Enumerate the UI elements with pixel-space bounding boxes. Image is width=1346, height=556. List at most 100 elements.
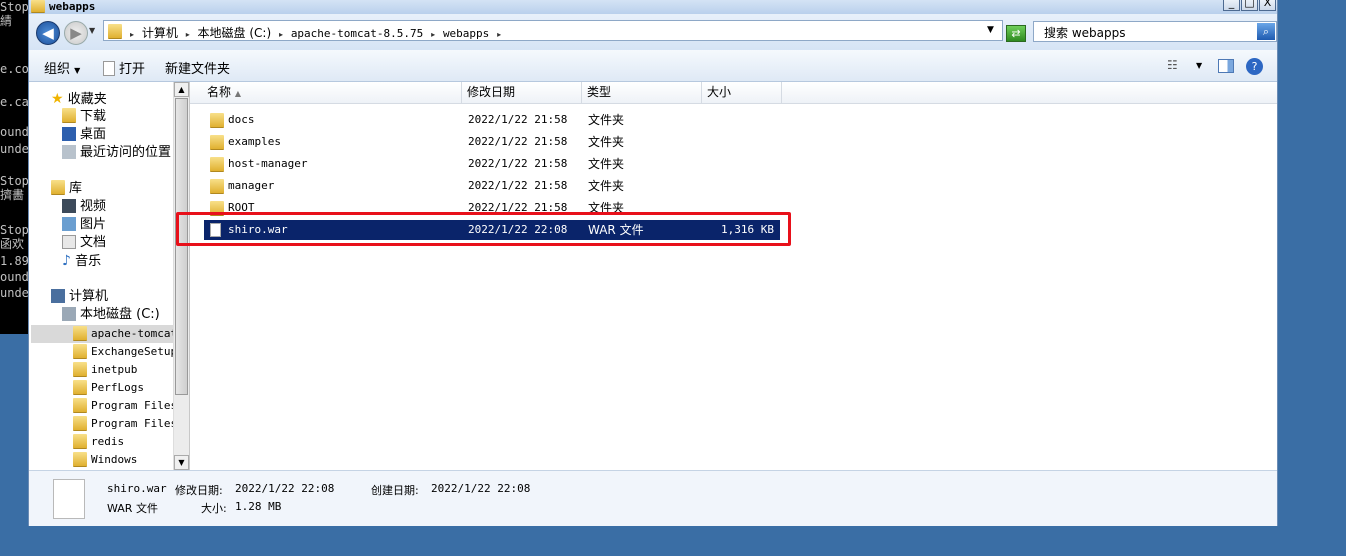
nav-label: 桌面 [80,127,107,142]
nav-item-folder[interactable]: Program Files [73,397,177,415]
details-created: 2022/1/22 22:08 [431,482,531,495]
maximize-button[interactable]: □ [1241,0,1258,11]
file-name: examples [228,135,281,148]
nav-item-downloads[interactable]: 下载 [62,108,106,126]
file-date: 2022/1/22 21:58 [468,113,568,126]
nav-label: redis [91,435,125,448]
folder-icon [73,361,87,377]
console-line: 1.89 [0,254,28,268]
nav-item-recent[interactable]: 最近访问的位置 [62,144,171,162]
library-icon [51,180,65,195]
nav-label: 本地磁盘 (C:) [80,307,160,322]
file-row[interactable]: host-manager 2022/1/22 21:58 文件夹 [204,154,780,174]
nav-item-favorites[interactable]: ★ 收藏夹 [51,90,107,108]
nav-item-folder[interactable]: redis [73,433,124,451]
scroll-up-icon[interactable]: ▲ [174,82,189,97]
chevron-down-icon[interactable]: ▼ [1196,61,1202,70]
chevron-right-icon[interactable]: ▸ [431,30,435,39]
breadcrumb-webapps[interactable]: webapps [443,27,489,40]
folder-icon [73,343,87,359]
column-header: 名称 ▲ 修改日期 类型 大小 [190,82,1277,104]
details-pane: shiro.war 修改日期: 2022/1/22 22:08 创建日期: 20… [29,470,1277,526]
refresh-button[interactable]: ⇄ [1006,25,1026,42]
details-created-label: 创建日期: [371,484,419,497]
breadcrumb-tomcat[interactable]: apache-tomcat-8.5.75 [291,27,423,40]
star-icon: ★ [51,91,64,107]
nav-item-local-disk[interactable]: 本地磁盘 (C:) [62,306,160,324]
new-folder-button[interactable]: 新建文件夹 [165,58,230,77]
folder-icon [31,0,45,13]
nav-item-folder[interactable]: Windows [73,451,137,469]
nav-scrollbar[interactable]: ▲ ▼ [173,82,189,470]
preview-pane-icon[interactable] [1218,59,1234,73]
console-line: unde [0,142,28,156]
file-row[interactable]: docs 2022/1/22 21:58 文件夹 [204,110,780,130]
back-button[interactable]: ◀ [36,21,60,45]
nav-item-folder[interactable]: apache-tomcat- [73,325,184,343]
file-type: 文件夹 [588,179,625,193]
folder-icon [210,113,224,128]
file-type: 文件夹 [588,135,625,149]
column-size[interactable]: 大小 [702,82,782,104]
file-list: 名称 ▲ 修改日期 类型 大小 docs 2022/1/22 21:58 文件夹… [190,82,1277,470]
column-filler [782,82,1277,104]
nav-item-desktop[interactable]: 桌面 [62,126,106,144]
nav-item-folder[interactable]: ExchangeSetupL [73,343,184,361]
chevron-right-icon[interactable]: ▸ [130,30,134,39]
scroll-down-icon[interactable]: ▼ [174,455,189,470]
music-icon: ♪ [62,253,71,269]
close-button[interactable]: X [1259,0,1276,11]
column-name[interactable]: 名称 ▲ [202,82,462,104]
file-icon [53,479,85,519]
organize-button[interactable]: 组织 ▼ [44,58,80,77]
breadcrumb-local-disk[interactable]: 本地磁盘 (C:) [198,24,272,41]
nav-item-music[interactable]: ♪ 音乐 [62,252,101,270]
file-row[interactable]: examples 2022/1/22 21:58 文件夹 [204,132,780,152]
address-bar-area: ◀ ▶ ▼ ▸ 计算机 ▸ 本地磁盘 (C:) ▸ apache-tomcat-… [29,14,1277,50]
breadcrumb-computer[interactable]: 计算机 [142,24,178,41]
nav-label: 下载 [80,109,107,124]
console-line: e.ca [0,95,28,109]
folder-icon [73,451,87,467]
chevron-right-icon[interactable]: ▸ [279,30,283,39]
search-icon[interactable]: ⌕ [1257,23,1275,40]
console-line: Stop [0,0,28,14]
file-row[interactable]: manager 2022/1/22 21:58 文件夹 [204,176,780,196]
details-modified: 2022/1/22 22:08 [235,482,335,495]
address-field[interactable]: ▸ 计算机 ▸ 本地磁盘 (C:) ▸ apache-tomcat-8.5.75… [103,20,1003,41]
search-input[interactable]: 搜索 webapps ⌕ [1033,21,1277,42]
minimize-button[interactable]: _ [1223,0,1240,11]
folder-icon [73,379,87,395]
console-line: Stop [0,174,28,188]
drive-icon [62,306,76,321]
details-type: WAR 文件 [107,502,158,515]
file-type: 文件夹 [588,157,625,171]
folder-icon [210,157,224,172]
nav-item-computer[interactable]: 计算机 [51,288,108,306]
details-filename: shiro.war [107,482,167,495]
recent-pages-chevron-icon[interactable]: ▼ [89,26,95,35]
title-bar[interactable]: webapps _ □ X [29,0,1277,14]
nav-label: ExchangeSetupL [91,345,184,358]
help-icon[interactable]: ? [1246,58,1263,75]
console-line: ound [0,270,28,284]
column-label: 名称 [207,85,232,99]
chevron-right-icon[interactable]: ▸ [497,30,501,39]
folder-icon [73,325,87,341]
forward-button[interactable]: ▶ [64,21,88,45]
nav-item-libraries[interactable]: 库 [51,180,82,198]
nav-label: 视频 [80,199,107,214]
column-date[interactable]: 修改日期 [462,82,582,104]
nav-item-pictures[interactable]: 图片 [62,216,106,234]
column-type[interactable]: 类型 [582,82,702,104]
address-dropdown-icon[interactable]: ▼ [987,25,994,35]
nav-item-folder[interactable]: PerfLogs [73,379,144,397]
nav-item-folder[interactable]: Program Files [73,415,177,433]
scroll-thumb[interactable] [175,98,188,395]
view-options-icon[interactable]: ☷ [1167,58,1178,72]
nav-item-videos[interactable]: 视频 [62,198,106,216]
open-button[interactable]: 打开 [103,58,145,77]
chevron-right-icon[interactable]: ▸ [186,30,190,39]
nav-item-documents[interactable]: 文档 [62,234,106,252]
nav-item-folder[interactable]: inetpub [73,361,137,379]
